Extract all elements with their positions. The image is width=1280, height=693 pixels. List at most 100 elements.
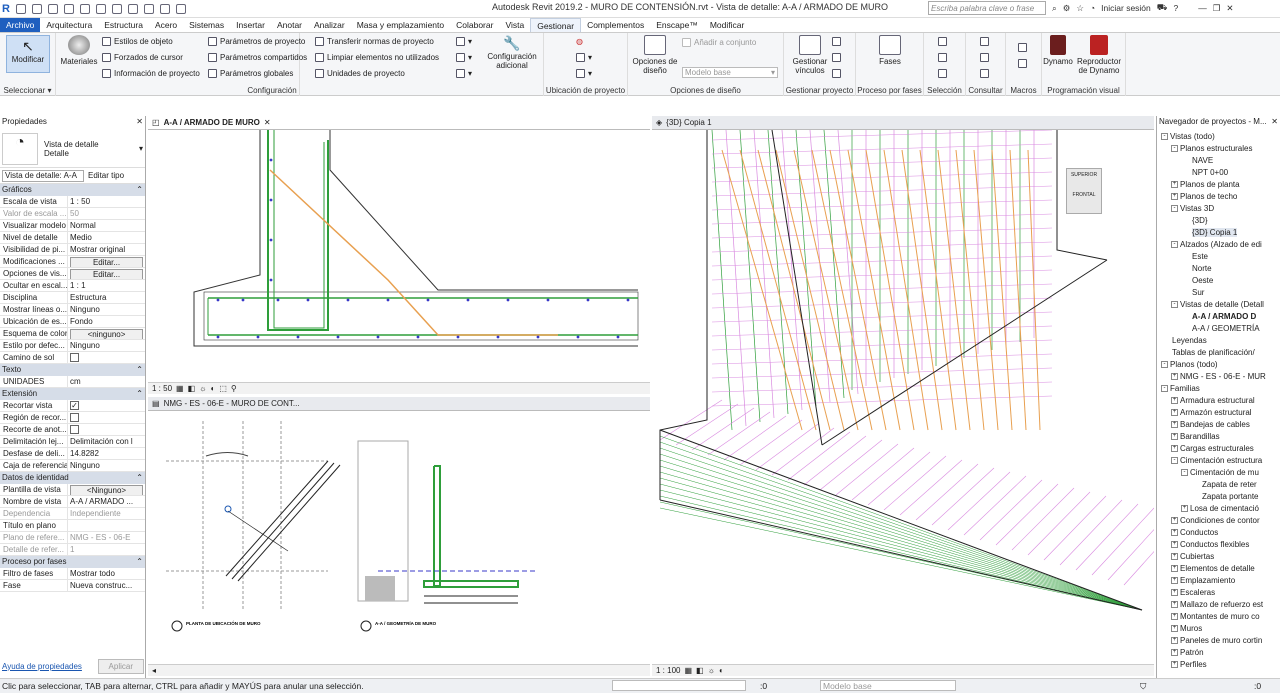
property-value[interactable]: ✓ [68,400,145,411]
expand-icon[interactable]: + [1171,516,1178,524]
property-value[interactable]: cm [68,376,145,387]
property-value[interactable]: Editar... [68,256,145,267]
dynamo-player-button[interactable]: Reproductor de Dynamo [1074,35,1124,75]
browser-node[interactable]: + Emplazamiento [1157,574,1280,586]
view-tab-sheet[interactable]: ▤ NMG - ES - 06-E - MURO DE CONT... [148,397,650,411]
add-to-set-button[interactable]: Añadir a conjunto [682,38,756,47]
purge-unused-button[interactable]: Limpiar elementos no utilizados [315,53,439,62]
property-value[interactable] [68,424,145,435]
property-value[interactable]: A-A / ARMADO ... [68,496,145,507]
property-value[interactable] [68,412,145,423]
collapse-icon[interactable]: - [1171,204,1178,212]
browser-node[interactable]: - Vistas (todo) [1157,130,1280,142]
design-option-status[interactable]: Modelo base [820,680,956,691]
expand-icon[interactable]: + [1171,180,1178,188]
expand-icon[interactable]: + [1171,636,1178,644]
shadows-icon[interactable]: ◐ [210,384,215,393]
collapse-icon[interactable]: - [1171,144,1178,152]
view-tab-3d[interactable]: ◈ {3D} Copia 1 [652,116,1154,130]
collapse-icon[interactable]: ⌃ [136,365,143,375]
shared-params-button[interactable]: Parámetros compartidos [208,53,307,62]
collapse-icon[interactable]: ⌃ [136,389,143,399]
property-value[interactable]: 1 : 1 [68,280,145,291]
expand-icon[interactable]: + [1171,624,1178,632]
property-group-header[interactable]: Datos de identidad ⌃ [0,472,145,484]
browser-node[interactable]: + Mallazo de refuerzo est [1157,598,1280,610]
workset-select[interactable] [612,680,746,691]
expand-icon[interactable]: + [1181,504,1188,512]
expand-icon[interactable]: + [1171,576,1178,584]
property-checkbox[interactable] [70,413,79,422]
property-value[interactable]: <Ninguno> [68,484,145,495]
restore-button[interactable]: ❐ [1213,3,1221,14]
text-icon[interactable] [127,4,138,14]
design-options-button[interactable]: Opciones de diseño [630,35,680,75]
property-value[interactable]: 1 : 50 [68,196,145,207]
expand-icon[interactable]: + [1171,552,1178,560]
expand-icon[interactable]: + [1171,408,1178,416]
search-input[interactable]: Escriba palabra clave o frase [928,1,1046,15]
project-params-button[interactable]: Parámetros de proyecto [208,37,305,46]
view-tab-section[interactable]: ◰ A-A / ARMADO DE MURO ✕ [148,116,650,130]
browser-node[interactable]: Norte [1157,262,1280,274]
3d-view-canvas[interactable]: SUPERIOR FRONTAL [652,130,1154,662]
hide-isolate-icon[interactable]: ⚲ [231,384,237,393]
instance-filter-select[interactable]: Vista de detalle: A-A [2,169,84,182]
browser-node[interactable]: - Familias [1157,382,1280,394]
property-value[interactable] [68,520,145,531]
ids-button[interactable] [980,37,989,46]
section-view-canvas[interactable] [148,130,650,382]
view-scale[interactable]: 1 : 50 [152,384,172,393]
property-value[interactable]: Estructura [68,292,145,303]
browser-node[interactable]: - Vistas 3D [1157,202,1280,214]
additional-settings-button[interactable]: 🔧 Configuración adicional [482,35,542,70]
expand-icon[interactable]: + [1171,540,1178,548]
visual-style-icon[interactable]: ◧ [188,384,196,393]
browser-node[interactable]: - Cimentación estructura [1157,454,1280,466]
tab-complementos[interactable]: Complementos [581,18,650,32]
property-value[interactable] [68,352,145,363]
browser-node[interactable]: + Montantes de muro co [1157,610,1280,622]
apply-button[interactable]: Aplicar [97,658,144,674]
browser-node[interactable]: A-A / GEOMETRÍA [1157,322,1280,334]
properties-help-link[interactable]: Ayuda de propiedades [2,662,82,671]
close-window-button[interactable]: ✕ [1226,3,1233,14]
expand-icon[interactable]: + [1171,648,1178,656]
collapse-icon[interactable]: - [1161,384,1168,392]
location-button[interactable]: ◍ [576,37,583,46]
property-group-header[interactable]: Proceso por fases ⌃ [0,556,145,568]
browser-node[interactable]: + Conductos [1157,526,1280,538]
browser-node[interactable]: {3D} [1157,214,1280,226]
property-value[interactable]: Normal [68,220,145,231]
expand-icon[interactable]: + [1171,564,1178,572]
project-units-button[interactable]: Unidades de proyecto [315,69,405,78]
manage-images-button[interactable] [832,37,841,46]
minimize-button[interactable]: — [1198,3,1207,13]
collapse-icon[interactable]: ⌃ [136,473,143,483]
tab-vista[interactable]: Vista [499,18,530,32]
property-value[interactable]: Medio [68,232,145,243]
detail-level-icon[interactable]: ▦ [684,666,692,675]
modify-button[interactable]: ↖ Modificar [6,35,50,73]
expand-icon[interactable]: + [1171,528,1178,536]
sun-path-icon[interactable]: ☼ [708,666,715,675]
browser-node[interactable]: + Armadura estructural [1157,394,1280,406]
sync-icon[interactable] [47,4,58,14]
browser-node[interactable]: + Escaleras [1157,586,1280,598]
filter-icon[interactable]: ⛉ [1140,681,1146,692]
property-group-header[interactable]: Texto ⌃ [0,364,145,376]
structural-settings-button[interactable]: ▾ [456,37,472,46]
expand-icon[interactable]: + [1171,444,1178,452]
collapse-icon[interactable]: - [1161,132,1168,140]
collapse-icon[interactable]: ⌃ [136,185,143,195]
property-edit-button[interactable]: <Ninguno> [70,485,143,495]
detail-level-icon[interactable]: ▦ [176,384,184,393]
close-tab-icon[interactable]: ✕ [264,118,271,127]
browser-node[interactable]: + Conductos flexibles [1157,538,1280,550]
browser-node[interactable]: + Barandillas [1157,430,1280,442]
browser-node[interactable]: Zapata de reter [1157,478,1280,490]
shadows-icon[interactable]: ◐ [719,666,724,675]
manage-links-button[interactable]: Gestionar vínculos [788,35,832,75]
tab-enscape-[interactable]: Enscape™ [650,18,704,32]
tab-masa-y-emplazamiento[interactable]: Masa y emplazamiento [351,18,450,32]
